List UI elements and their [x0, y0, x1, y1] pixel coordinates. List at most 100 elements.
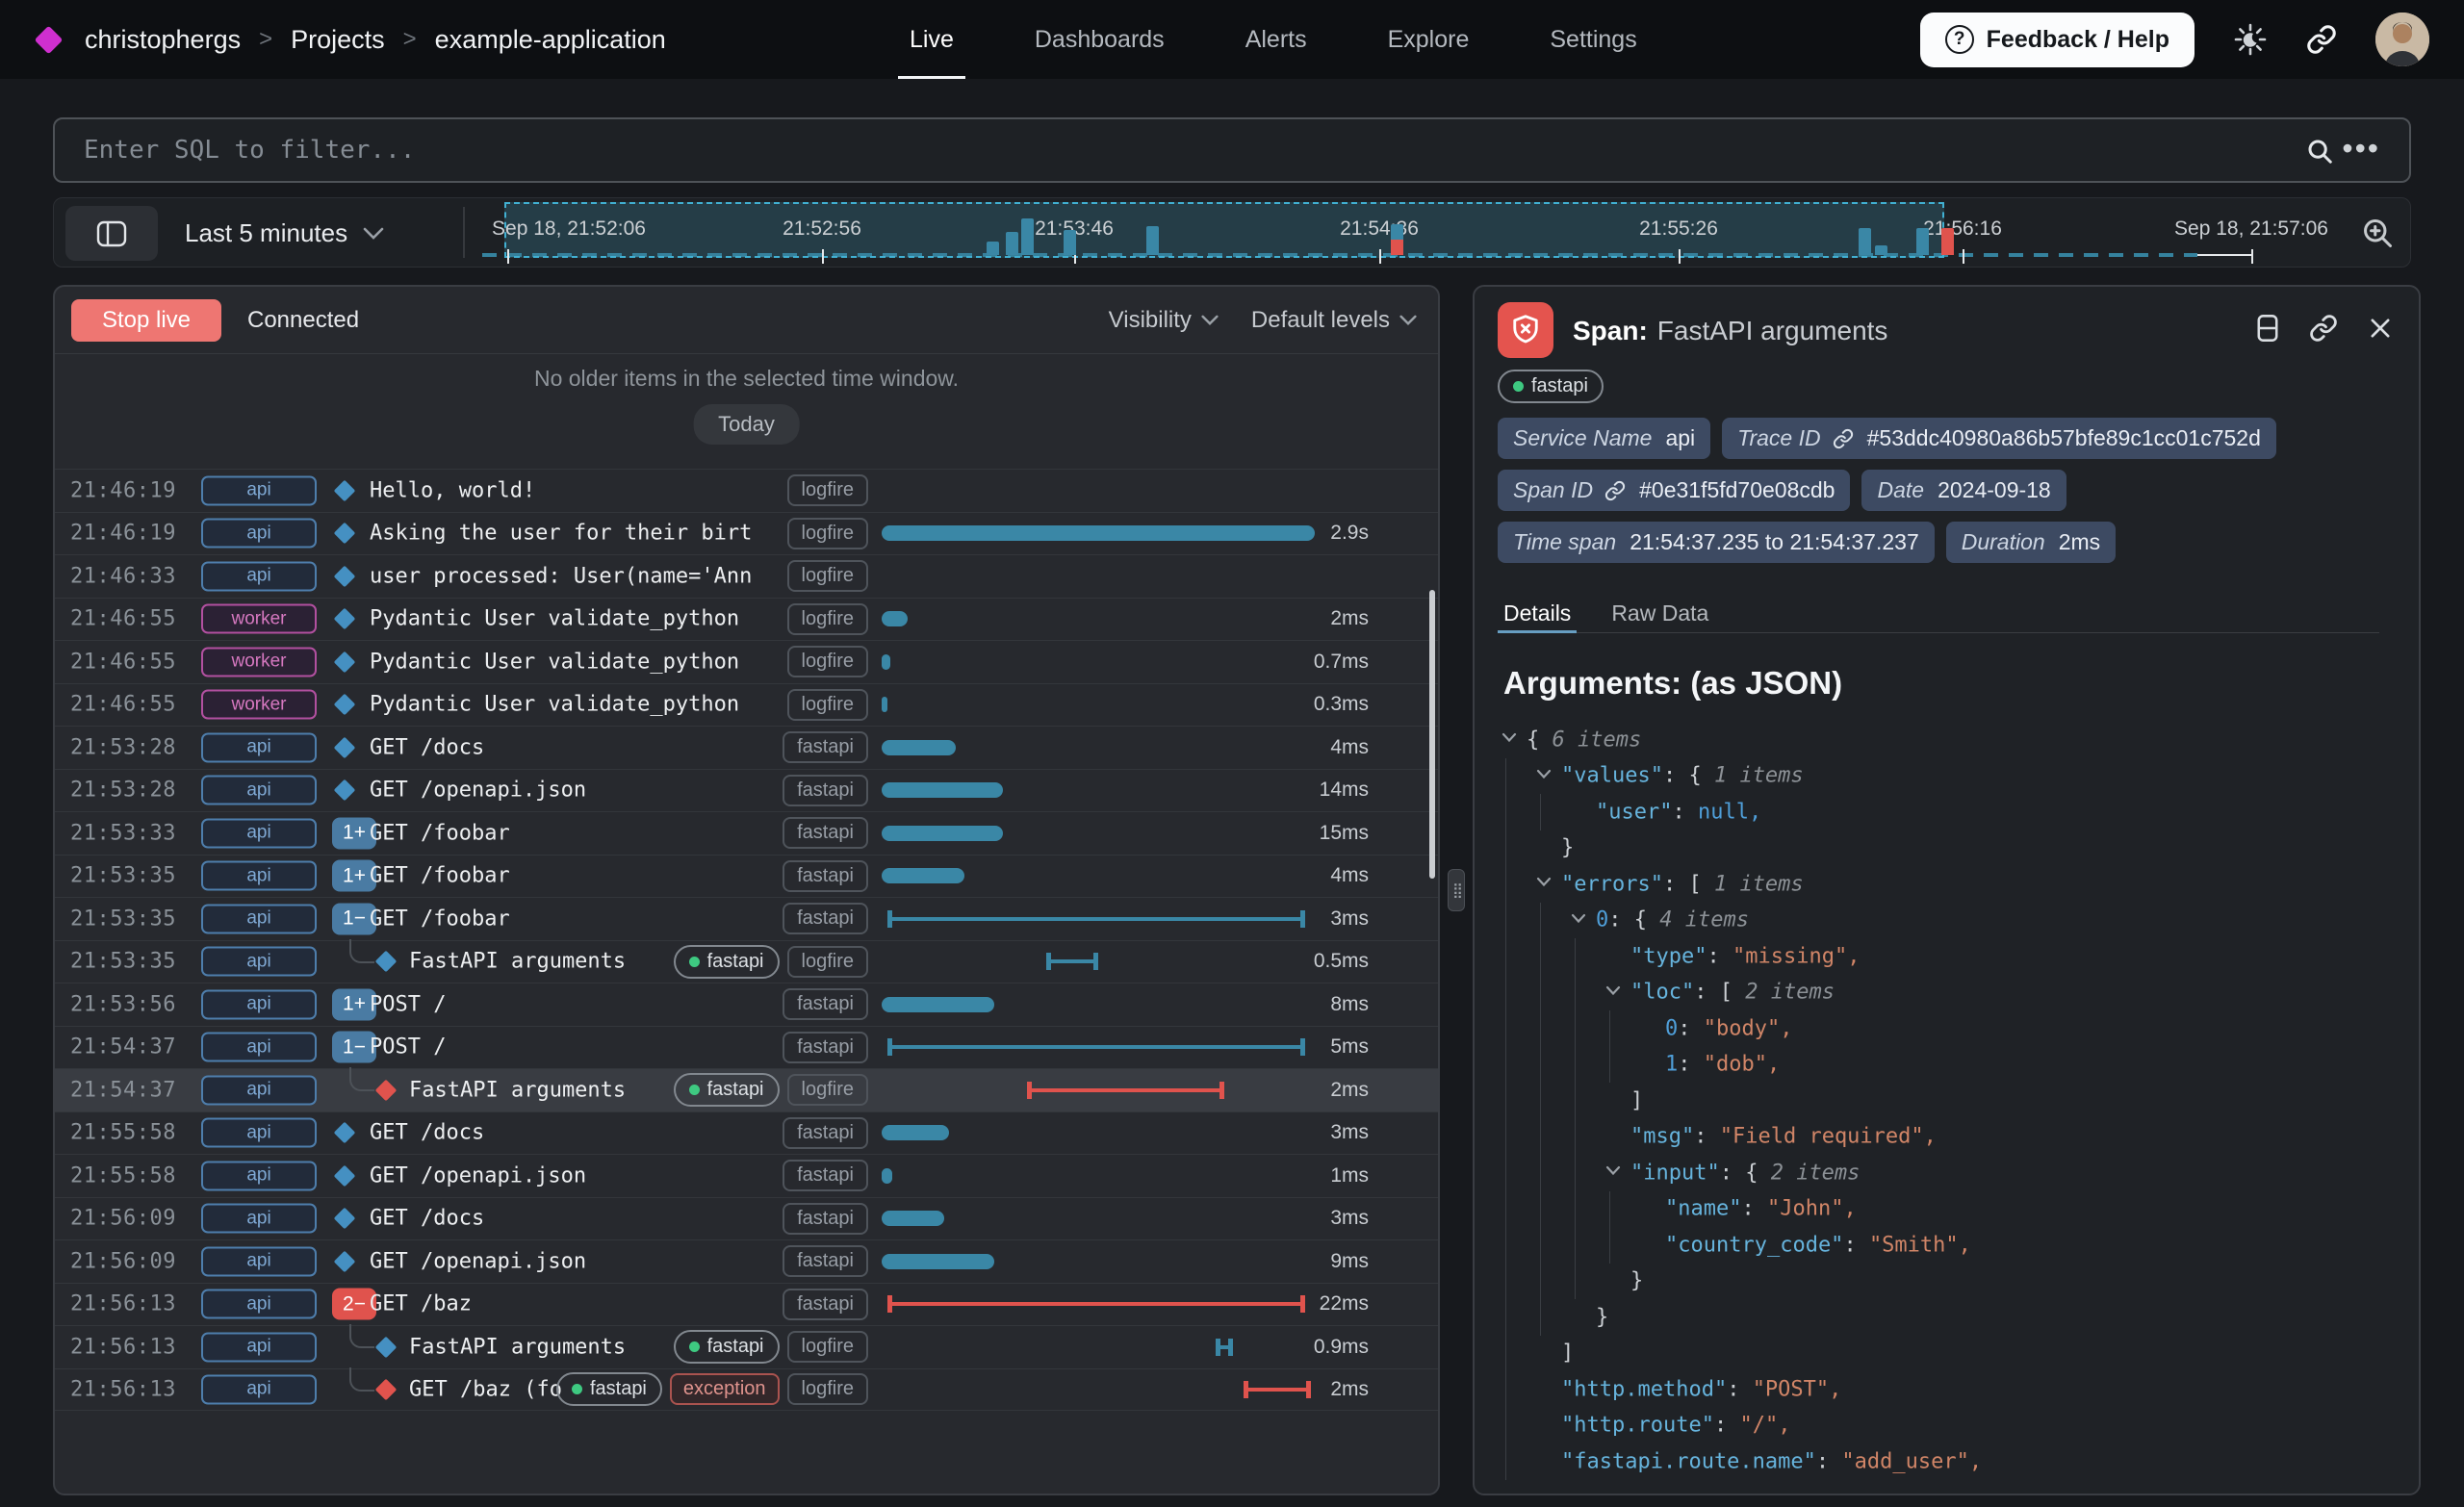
nav-tab-dashboards[interactable]: Dashboards — [1035, 0, 1165, 79]
trace-row[interactable]: 21:53:28apiGET /openapi.jsonfastapi14ms — [55, 769, 1438, 812]
panel-resize-handle[interactable]: ⣿ — [1448, 869, 1465, 911]
json-line: "msg": "Field required", — [1503, 1119, 2409, 1156]
share-link-icon[interactable] — [2306, 24, 2337, 55]
row-duration-bar-zone — [882, 1027, 1315, 1069]
json-line-content: "user": null, — [1596, 800, 1761, 824]
trace-row[interactable]: 21:53:28apiGET /docsfastapi4ms — [55, 726, 1438, 769]
trace-row[interactable]: 21:56:09apiGET /docsfastapi3ms — [55, 1197, 1438, 1240]
trace-row[interactable]: 21:46:33apiuser processed: User(name='An… — [55, 554, 1438, 598]
chevron-down-icon — [363, 227, 384, 241]
json-line: "user": null, — [1503, 794, 2409, 830]
row-tags: fastapilogfire — [575, 1326, 868, 1368]
breadcrumb-item[interactable]: Projects — [291, 25, 385, 55]
logfire-logo-icon[interactable] — [35, 26, 64, 55]
visibility-dropdown[interactable]: Visibility — [1109, 307, 1219, 334]
sql-filter-bar: ••• — [53, 117, 2411, 183]
theme-toggle-icon[interactable] — [2233, 22, 2268, 57]
collapse-caret-icon[interactable] — [1605, 1163, 1621, 1181]
row-tags: fastapiexceptionlogfire — [575, 1369, 868, 1411]
copy-link-icon[interactable] — [2309, 314, 2338, 343]
chip-link-icon[interactable] — [1821, 428, 1854, 449]
json-token: : — [1727, 1377, 1753, 1401]
chip-link-icon[interactable] — [1593, 480, 1626, 501]
default-levels-dropdown[interactable]: Default levels — [1251, 307, 1417, 334]
trace-row[interactable]: 21:53:56api1+POST /fastapi8ms — [55, 983, 1438, 1026]
row-duration: 9ms — [1266, 1250, 1369, 1273]
service-tag-api: api — [201, 1161, 317, 1190]
scope-tag-fastapi: fastapi — [674, 1073, 780, 1107]
json-line-content: } — [1561, 836, 1574, 860]
json-token: "input" — [1630, 1161, 1720, 1185]
trace-row[interactable]: 21:53:35api1+GET /foobarfastapi4ms — [55, 855, 1438, 898]
indent-guide — [1575, 938, 1576, 975]
trace-row[interactable]: 21:54:37api1−POST /fastapi5ms — [55, 1026, 1438, 1069]
json-line: "country_code": "Smith", — [1503, 1227, 2409, 1264]
breadcrumb-item[interactable]: christophergs — [85, 25, 241, 55]
trace-row[interactable]: 21:56:13apiGET /baz (fofastapiexceptionl… — [55, 1368, 1438, 1412]
trace-row[interactable]: 21:53:35apiFastAPI argumentsfastapilogfi… — [55, 940, 1438, 983]
collapse-caret-icon[interactable] — [1605, 983, 1621, 1001]
collapse-caret-icon[interactable] — [1536, 767, 1552, 784]
row-timestamp: 21:53:33 — [70, 821, 176, 845]
row-tags: fastapi — [575, 898, 868, 940]
indent-guide — [1540, 1083, 1541, 1119]
close-icon[interactable] — [2367, 315, 2394, 342]
service-tag-api: api — [201, 1033, 317, 1062]
trace-row[interactable]: 21:46:19apiHello, world!logfire — [55, 469, 1438, 512]
json-token: 2 items — [1745, 981, 1835, 1005]
trace-row[interactable]: 21:46:19apiAsking the user for their bir… — [55, 512, 1438, 555]
scrollbar-thumb[interactable] — [1429, 590, 1435, 879]
tab-raw-data[interactable]: Raw Data — [1611, 595, 1708, 632]
trace-row[interactable]: 21:56:13api2−GET /bazfastapi22ms — [55, 1283, 1438, 1326]
tab-details[interactable]: Details — [1503, 595, 1571, 632]
breadcrumb-separator-icon: > — [259, 26, 272, 53]
attribute-chip: Time span21:54:37.235 to 21:54:37.237 — [1498, 522, 1935, 563]
json-token: } — [1561, 836, 1574, 860]
indent-guide — [1505, 794, 1506, 830]
trace-row[interactable]: 21:46:55workerPydantic User validate_pyt… — [55, 598, 1438, 641]
attribute-label: Time span — [1513, 529, 1616, 555]
json-line-content: } — [1630, 1269, 1643, 1293]
row-timestamp: 21:53:28 — [70, 779, 176, 803]
sql-filter-input[interactable] — [84, 119, 2259, 181]
row-duration-bar-zone — [882, 812, 1315, 855]
row-tags: fastapi — [575, 1112, 868, 1155]
today-button[interactable]: Today — [693, 404, 800, 445]
nav-tab-alerts[interactable]: Alerts — [1245, 0, 1307, 79]
nav-tab-live[interactable]: Live — [910, 0, 954, 79]
trace-row[interactable]: 21:46:55workerPydantic User validate_pyt… — [55, 640, 1438, 683]
nav-tab-settings[interactable]: Settings — [1550, 0, 1636, 79]
search-icon[interactable] — [2305, 137, 2334, 170]
breadcrumb-item[interactable]: example-application — [435, 25, 666, 55]
trace-row[interactable]: 21:56:13apiFastAPI argumentsfastapilogfi… — [55, 1325, 1438, 1368]
trace-row[interactable]: 21:55:58apiGET /openapi.jsonfastapi1ms — [55, 1154, 1438, 1197]
stop-live-button[interactable]: Stop live — [71, 299, 221, 342]
trace-row[interactable]: 21:53:33api1+GET /foobarfastapi15ms — [55, 811, 1438, 855]
json-line: "loc": [ 2 items — [1503, 975, 2409, 1011]
nav-tab-explore[interactable]: Explore — [1388, 0, 1470, 79]
collapse-caret-icon[interactable] — [1571, 911, 1586, 929]
sidebar-toggle-button[interactable] — [65, 206, 158, 261]
json-token: : — [1707, 944, 1732, 968]
timeline-zoom-in-icon[interactable] — [2360, 216, 2395, 255]
trace-row[interactable]: 21:53:35api1−GET /foobarfastapi3ms — [55, 897, 1438, 940]
service-tag-api: api — [201, 519, 317, 549]
timeline-selection-window[interactable] — [504, 202, 1944, 258]
trace-row[interactable]: 21:55:58apiGET /docsfastapi3ms — [55, 1111, 1438, 1155]
row-duration: 4ms — [1266, 736, 1369, 759]
time-range-selector[interactable]: Last 5 minutes — [185, 198, 384, 268]
collapse-caret-icon[interactable] — [1502, 730, 1517, 748]
trace-row[interactable]: 21:46:55workerPydantic User validate_pyt… — [55, 683, 1438, 727]
service-tag-api: api — [201, 732, 317, 762]
row-duration-bar-zone — [882, 727, 1315, 769]
trace-row[interactable]: 21:56:09apiGET /openapi.jsonfastapi9ms — [55, 1239, 1438, 1283]
json-token: : { — [1608, 908, 1659, 932]
filter-more-options-icon[interactable]: ••• — [2342, 131, 2380, 166]
span-title-prefix: Span: — [1573, 316, 1648, 345]
split-view-icon[interactable] — [2255, 314, 2280, 343]
feedback-help-button[interactable]: ? Feedback / Help — [1920, 13, 2194, 67]
user-avatar[interactable] — [2375, 13, 2429, 66]
scope-tag-label: fastapi — [590, 1378, 647, 1400]
trace-row[interactable]: 21:54:37apiFastAPI argumentsfastapilogfi… — [55, 1068, 1438, 1111]
collapse-caret-icon[interactable] — [1536, 875, 1552, 892]
